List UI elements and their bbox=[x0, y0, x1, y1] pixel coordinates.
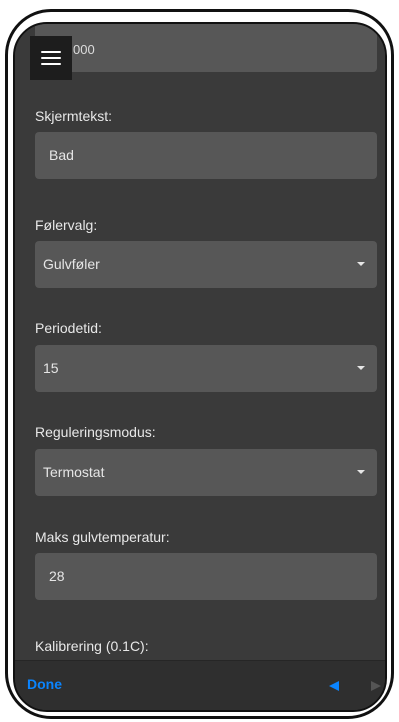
screen-text-label: Skjermtekst: bbox=[35, 108, 113, 124]
chevron-down-icon bbox=[357, 470, 365, 474]
done-button[interactable]: Done bbox=[27, 676, 62, 692]
chevron-down-icon bbox=[357, 262, 365, 266]
period-time-value: 15 bbox=[43, 360, 59, 376]
screen-text-input[interactable]: Bad bbox=[35, 132, 377, 179]
keyboard-accessory-bar: Done bbox=[15, 660, 385, 710]
calibration-label: Kalibrering (0.1C): bbox=[35, 638, 149, 654]
regulation-mode-select[interactable]: Termostat bbox=[35, 449, 377, 496]
hamburger-icon bbox=[41, 63, 61, 65]
chevron-down-icon bbox=[357, 366, 365, 370]
max-floor-temp-input[interactable]: 28 bbox=[35, 553, 377, 600]
hamburger-icon bbox=[41, 57, 61, 59]
regulation-mode-label: Reguleringsmodus: bbox=[35, 424, 156, 440]
regulation-mode-value: Termostat bbox=[43, 464, 105, 480]
settings-form: 000 Skjermtekst: Bad Følervalg: Gulvføle… bbox=[15, 24, 385, 660]
sensor-choice-select[interactable]: Gulvføler bbox=[35, 241, 377, 288]
arrow-right-icon[interactable] bbox=[371, 681, 381, 691]
sensor-choice-value: Gulvføler bbox=[43, 256, 100, 272]
arrow-left-icon[interactable] bbox=[329, 681, 339, 691]
hamburger-icon bbox=[41, 51, 61, 53]
top-field-value: 000 bbox=[73, 42, 95, 57]
period-time-label: Periodetid: bbox=[35, 320, 102, 336]
sensor-choice-label: Følervalg: bbox=[35, 217, 98, 233]
period-time-select[interactable]: 15 bbox=[35, 345, 377, 392]
menu-button[interactable] bbox=[30, 36, 72, 80]
top-field[interactable]: 000 bbox=[35, 24, 377, 72]
max-floor-temp-label: Maks gulvtemperatur: bbox=[35, 529, 170, 545]
phone-screen: 000 Skjermtekst: Bad Følervalg: Gulvføle… bbox=[13, 22, 387, 712]
